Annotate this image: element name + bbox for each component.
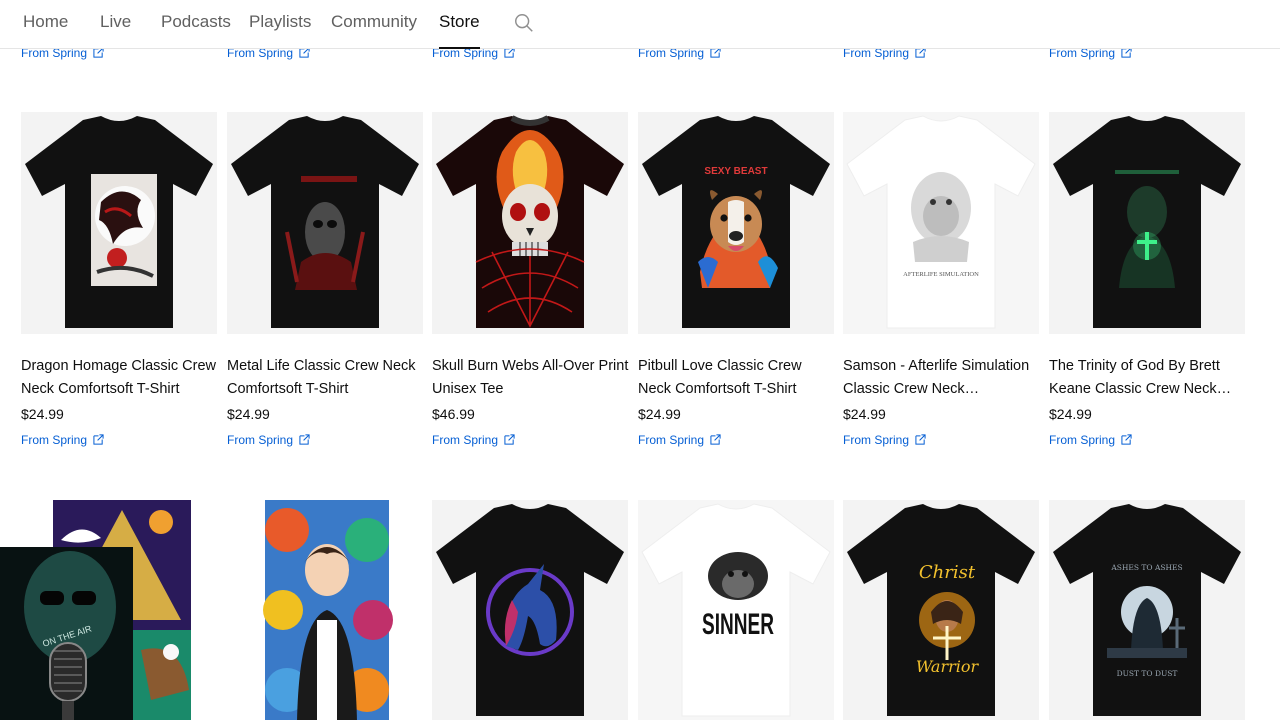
trinity-shirt-image <box>1053 116 1241 328</box>
tab-store[interactable]: Store <box>439 12 480 49</box>
christ-warrior-shirt-image: Christ Warrior <box>847 504 1035 716</box>
product-price: $24.99 <box>21 406 64 422</box>
from-spring-link[interactable]: From Spring <box>21 433 104 447</box>
shirt-print-text: SINNER <box>702 608 774 641</box>
product-title[interactable]: Skull Burn Webs All-Over Print Unisex Te… <box>432 355 632 401</box>
product-price: $24.99 <box>227 406 270 422</box>
product-thumbnail[interactable] <box>432 112 628 334</box>
shirt-print-text: AFTERLIFE SIMULATION <box>903 271 979 278</box>
shirt-print-text: DUST TO DUST <box>1117 669 1178 678</box>
shirt-print-text: Warrior <box>916 657 980 676</box>
from-spring-link[interactable]: From Spring <box>638 433 721 447</box>
pitbull-shirt-image: SEXY BEAST <box>642 116 830 328</box>
external-link-icon <box>504 434 515 445</box>
microphone-icon: ON THE AIR <box>0 547 133 720</box>
product-thumbnail[interactable]: Christ Warrior <box>843 500 1039 720</box>
tab-live[interactable]: Live <box>100 12 131 49</box>
from-spring-link[interactable]: From Spring <box>432 433 515 447</box>
samson-shirt-image: AFTERLIFE SIMULATION <box>846 115 1036 329</box>
tab-community[interactable]: Community <box>331 12 417 49</box>
product-title[interactable]: Samson - Afterlife Simulation Classic Cr… <box>843 355 1043 401</box>
product-title[interactable]: Pitbull Love Classic Crew Neck Comfortso… <box>638 355 838 401</box>
external-link-icon <box>299 434 310 445</box>
shirt-print-text: SEXY BEAST <box>704 166 767 177</box>
from-spring-link[interactable]: From Spring <box>227 433 310 447</box>
external-link-icon <box>915 434 926 445</box>
tab-podcasts[interactable]: Podcasts <box>161 12 231 49</box>
product-title[interactable]: Metal Life Classic Crew Neck Comfortsoft… <box>227 355 427 401</box>
product-title[interactable]: The Trinity of God By Brett Keane Classi… <box>1049 355 1249 401</box>
product-thumbnail[interactable]: AFTERLIFE SIMULATION <box>843 112 1039 334</box>
channel-tabs: Home Live Podcasts Playlists Community S… <box>0 0 1280 49</box>
metal-life-shirt-image <box>231 116 419 328</box>
dragon-shirt-image <box>25 116 213 328</box>
product-thumbnail[interactable] <box>227 500 423 720</box>
product-price: $46.99 <box>432 406 475 422</box>
external-link-icon <box>93 434 104 445</box>
external-link-icon <box>1121 434 1132 445</box>
from-spring-link[interactable]: From Spring <box>843 433 926 447</box>
product-thumbnail[interactable] <box>227 112 423 334</box>
skull-burn-shirt-image <box>436 115 624 328</box>
shirt-print-text: Christ <box>919 562 976 583</box>
shirt-print-text: ASHES TO ASHES <box>1110 563 1182 572</box>
product-thumbnail[interactable] <box>432 500 628 720</box>
product-price: $24.99 <box>1049 406 1092 422</box>
product-thumbnail[interactable]: SINNER <box>638 500 834 720</box>
streamer-webcam-overlay: ON THE AIR <box>0 547 133 720</box>
tab-playlists[interactable]: Playlists <box>249 12 311 49</box>
product-thumbnail[interactable] <box>21 112 217 334</box>
search-icon[interactable] <box>513 12 535 34</box>
tab-home[interactable]: Home <box>23 12 68 49</box>
product-title[interactable]: Dragon Homage Classic Crew Neck Comforts… <box>21 355 221 401</box>
from-spring-link[interactable]: From Spring <box>1049 433 1132 447</box>
product-price: $24.99 <box>843 406 886 422</box>
product-thumbnail[interactable]: SEXY BEAST <box>638 112 834 334</box>
sinner-shirt-image: SINNER <box>641 503 831 717</box>
product-price: $24.99 <box>638 406 681 422</box>
external-link-icon <box>710 434 721 445</box>
unicorn-shirt-image <box>436 504 624 716</box>
product-thumbnail[interactable] <box>1049 112 1245 334</box>
anime-poster-image <box>263 500 393 720</box>
ashes-to-ashes-shirt-image: ASHES TO ASHES DUST TO DUST <box>1053 504 1241 716</box>
product-thumbnail[interactable]: ASHES TO ASHES DUST TO DUST <box>1049 500 1245 720</box>
